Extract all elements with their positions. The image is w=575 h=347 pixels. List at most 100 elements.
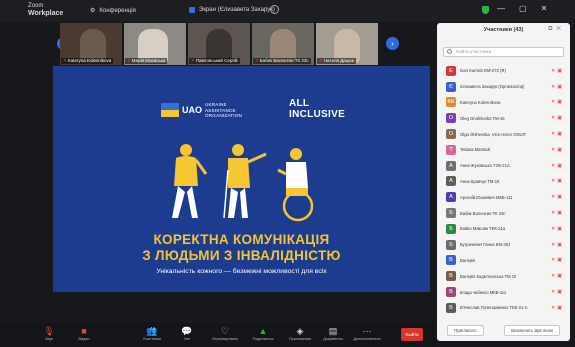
- participant-row[interactable]: Б Буграчевич Ганна ЕМ-361 ✕▣: [437, 237, 570, 253]
- zoom-window: Zoom Workplace ⚙ Конференція Экран (Єлиз…: [0, 0, 575, 347]
- org-full-name: UKRAINE ASSISTANCE ORGANIZATION: [205, 102, 242, 119]
- participant-name: Єлизавета Захарук (Організатор): [460, 84, 525, 90]
- participant-row[interactable]: В В'ячеслав Почепцовенко ТЕК-21-А ✕▣: [437, 300, 570, 316]
- mic-video-muted-icons: ✕▣: [551, 162, 564, 169]
- video-tile[interactable]: ✕Павловський Сергій: [188, 23, 250, 65]
- mic-video-muted-icons: ✕▣: [551, 304, 564, 311]
- participant-row[interactable]: O Olga Olshevska, Vice-rector ONUIT ✕▣: [437, 126, 570, 142]
- mic-video-muted-icons: ✕▣: [551, 178, 564, 185]
- leave-meeting-button[interactable]: Выйти: [401, 328, 423, 341]
- avatar: В: [446, 271, 456, 282]
- video-tile[interactable]: ✕Kateryna Kolesnikova: [60, 23, 122, 65]
- share-label: Экран (Єлизавета Захарук): [199, 7, 275, 13]
- apps-button[interactable]: ◈ Приложения: [283, 326, 317, 341]
- tile-name-text: Марія Маєвська: [131, 58, 166, 63]
- participant-search-input[interactable]: Найти участника: [443, 47, 564, 57]
- project-name-line2: INCLUSIVE: [289, 109, 346, 120]
- panel-close-icon[interactable]: ✕: [556, 26, 565, 32]
- share-indicator[interactable]: Экран (Єлизавета Захарук): [189, 7, 275, 13]
- search-icon: [447, 49, 452, 54]
- toolbar-label: Чат: [183, 337, 191, 341]
- video-tile-name: ✕Kateryna Kolesnikova: [61, 58, 114, 64]
- app-name-line2: Workplace: [28, 10, 64, 17]
- participant-row[interactable]: А Анна Жуковська ТЭК-21А ✕▣: [437, 158, 570, 174]
- participant-name: Tetiana Martsiuk: [460, 147, 491, 153]
- participant-name: Бойко Максим ТЕК-21а: [460, 226, 506, 232]
- participant-row[interactable]: O Oleg Onufriienko TM-15 ✕▣: [437, 110, 570, 126]
- close-button[interactable]: ✕: [541, 4, 548, 13]
- video-tile-name: ✕Наталя Дацюк: [317, 58, 356, 64]
- more-icon: ⋯: [362, 326, 372, 336]
- toolbar-label: Приложения: [288, 337, 312, 341]
- participant-row[interactable]: T Tetiana Martsiuk ✕▣: [437, 142, 570, 158]
- docs-icon: ▤: [328, 326, 338, 336]
- conference-label: Конференція: [99, 7, 136, 14]
- settings-icon: ⚙: [90, 8, 96, 14]
- participant-row[interactable]: А Анна Кравчук TM-15 ✕▣: [437, 174, 570, 190]
- walking-person-figure: [172, 144, 208, 218]
- chat-button[interactable]: 💬 Чат: [170, 326, 204, 341]
- participant-count: 44: [150, 326, 156, 331]
- conference-menu[interactable]: ⚙ Конференція: [90, 7, 136, 15]
- app-name: Zoom Workplace: [28, 2, 63, 18]
- participant-row[interactable]: В Валерія ✕▣: [437, 253, 570, 269]
- minimize-button[interactable]: —: [497, 4, 505, 13]
- mic-video-muted-icons: ✕▣: [551, 99, 564, 106]
- participant-name: Буграчевич Ганна ЕМ-361: [460, 242, 511, 248]
- screen-share-icon: [189, 7, 195, 13]
- mic-muted-icon: ✕: [191, 58, 195, 63]
- video-tile-name: ✕Павловський Сергій: [189, 58, 240, 64]
- sync-icon[interactable]: [270, 5, 279, 14]
- docs-button[interactable]: ▤ Документы: [316, 326, 350, 341]
- participant-name: Анна Жуковська ТЭК-21А: [460, 163, 510, 169]
- participant-name: Валерія: [460, 257, 476, 263]
- video-tile[interactable]: ✕Бабяк Валентин ТК 23с: [252, 23, 314, 65]
- invite-button[interactable]: Пригласить: [447, 325, 484, 336]
- wheelchair-user-figure: [277, 148, 314, 222]
- react-button[interactable]: ♡ Отреагировать: [208, 326, 242, 341]
- meeting-toolbar: Выйти 🎙 Звук ■ Видео 👥 Участники 💬 Чат ♡ Отреагир…: [0, 323, 437, 347]
- mic-video-muted-icons: ✕▣: [551, 210, 564, 217]
- participant-name: Анна Кравчук TM-15: [460, 178, 500, 184]
- project-name-line1: ALL: [289, 98, 310, 109]
- video-tile[interactable]: ✕Марія Маєвська: [124, 23, 186, 65]
- slide-subtitle: Унікальність кожного — безмежні можливос…: [156, 268, 327, 275]
- toolbar-label: Поделиться: [252, 337, 274, 341]
- participant-row[interactable]: Б Бабяк Валентин ТК 23с ✕▣: [437, 205, 570, 221]
- mic-off-button[interactable]: 🎙 Звук: [32, 326, 66, 341]
- avatar: T: [446, 144, 456, 155]
- participant-row[interactable]: Є Єлизавета Захарук (Організатор) ✕▣: [437, 79, 570, 95]
- mic-video-muted-icons: ✕▣: [551, 131, 564, 138]
- window-controls: — ▢ ✕: [497, 4, 547, 13]
- react-icon: ♡: [220, 326, 230, 336]
- title-bar: Zoom Workplace ⚙ Конференція Экран (Єлиз…: [0, 0, 575, 22]
- maximize-button[interactable]: ▢: [519, 4, 527, 13]
- participant-row[interactable]: А Арсеній Юшкевич МКБ-111 ✕▣: [437, 189, 570, 205]
- avatar: В: [446, 302, 456, 313]
- avatar: O: [446, 129, 456, 140]
- participant-row[interactable]: E Ivan Kumsin EM-272 (Я) ✕▣: [437, 63, 570, 79]
- mic-off-icon: 🎙: [43, 326, 55, 336]
- participant-row[interactable]: Ввлада чабенко МКБ-111 ✕▣: [437, 284, 570, 300]
- video-off-icon: ■: [81, 326, 87, 336]
- tile-name-text: Бабяк Валентин ТК 23с: [259, 58, 309, 63]
- avatar: А: [446, 192, 456, 203]
- video-off-button[interactable]: ■ Видео: [67, 326, 101, 341]
- more-button[interactable]: ⋯ Дополнительно: [350, 326, 384, 341]
- mute-all-button[interactable]: Выключить звук всем: [504, 325, 560, 336]
- participant-row[interactable]: Б Бойко Максим ТЕК-21а ✕▣: [437, 221, 570, 237]
- video-tile-name: ✕Бабяк Валентин ТК 23с: [253, 58, 311, 64]
- security-shield-icon[interactable]: [482, 6, 489, 14]
- share-button[interactable]: ▲ Поделиться: [246, 326, 280, 341]
- avatar: Б: [446, 208, 456, 219]
- panel-footer: Пригласить Выключить звук всем: [437, 325, 570, 336]
- mic-video-muted-icons: ✕▣: [551, 115, 564, 122]
- inclusion-illustration: [172, 144, 314, 222]
- next-page-button[interactable]: ›: [386, 37, 399, 50]
- mic-video-muted-icons: ✕▣: [551, 83, 564, 90]
- participant-row[interactable]: KK Kateryna Kolesnikova ✕▣: [437, 95, 570, 111]
- video-tile[interactable]: ✕Наталя Дацюк: [316, 23, 378, 65]
- search-placeholder: Найти участника: [456, 49, 492, 54]
- participant-row[interactable]: В Валерія Кадетлинська ТМ 15 ✕▣: [437, 268, 570, 284]
- avatar: В: [446, 287, 456, 298]
